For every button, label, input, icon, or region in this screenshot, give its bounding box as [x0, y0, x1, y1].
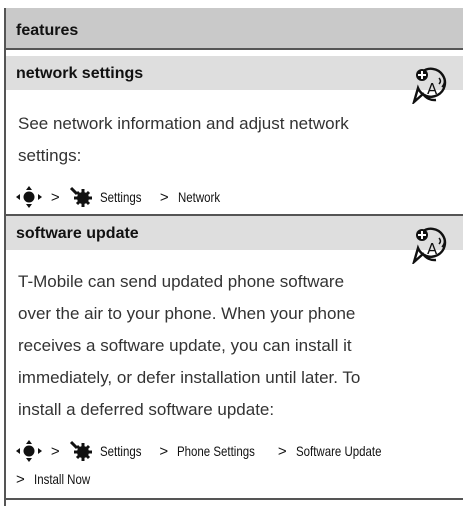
path-separator: > [159, 188, 169, 206]
header-title: features [16, 22, 79, 39]
settings-gear-icon [69, 440, 92, 461]
path-step-install-now: Install Now [33, 471, 90, 488]
path-step-settings: Settings [100, 443, 142, 459]
path-step-settings: Settings [100, 189, 142, 205]
network-feature-icon: A [412, 227, 447, 264]
body-line: over the air to your phone. When your ph… [18, 304, 356, 323]
body-line: immediately, or defer installation until… [18, 368, 361, 387]
section-body-network: See network information and adjust netwo… [18, 108, 438, 172]
menu-path-network: > Settings > Network [16, 186, 229, 208]
network-feature-icon: A [412, 67, 447, 104]
nav-key-icon [16, 186, 42, 208]
path-separator: > [159, 442, 169, 460]
body-line: See network information and adjust netwo… [18, 114, 349, 133]
path-separator: > [50, 188, 60, 206]
table-header: features [6, 8, 463, 50]
nav-key-icon [16, 440, 42, 462]
section-title-bar-network: network settings [6, 56, 463, 90]
table-bottom-rule [6, 498, 463, 500]
body-line: settings: [18, 146, 82, 165]
path-separator: > [277, 442, 287, 460]
settings-gear-icon [69, 186, 92, 207]
body-line: T-Mobile can send updated phone software [18, 272, 345, 291]
features-table: features network settings A See network … [4, 8, 463, 506]
menu-path-software-cont: > Install Now [16, 470, 102, 488]
section-title-bar-software: software update [6, 216, 463, 250]
path-step-network: Network [177, 189, 220, 205]
body-line: install a deferred software update: [18, 400, 275, 419]
path-separator: > [16, 470, 25, 488]
path-step-phone-settings: Phone Settings [176, 443, 255, 459]
path-separator: > [50, 442, 60, 460]
section-title-software: software update [16, 225, 139, 242]
svg-text:A: A [427, 80, 438, 98]
path-step-software-update: Software Update [295, 443, 382, 459]
menu-path-software: > Settings > Phone Settings > Software U… [16, 440, 400, 462]
section-title-network: network settings [16, 65, 144, 82]
section-body-software: T-Mobile can send updated phone software… [18, 266, 458, 426]
body-line: receives a software update, you can inst… [18, 336, 352, 355]
svg-text:A: A [427, 240, 438, 258]
